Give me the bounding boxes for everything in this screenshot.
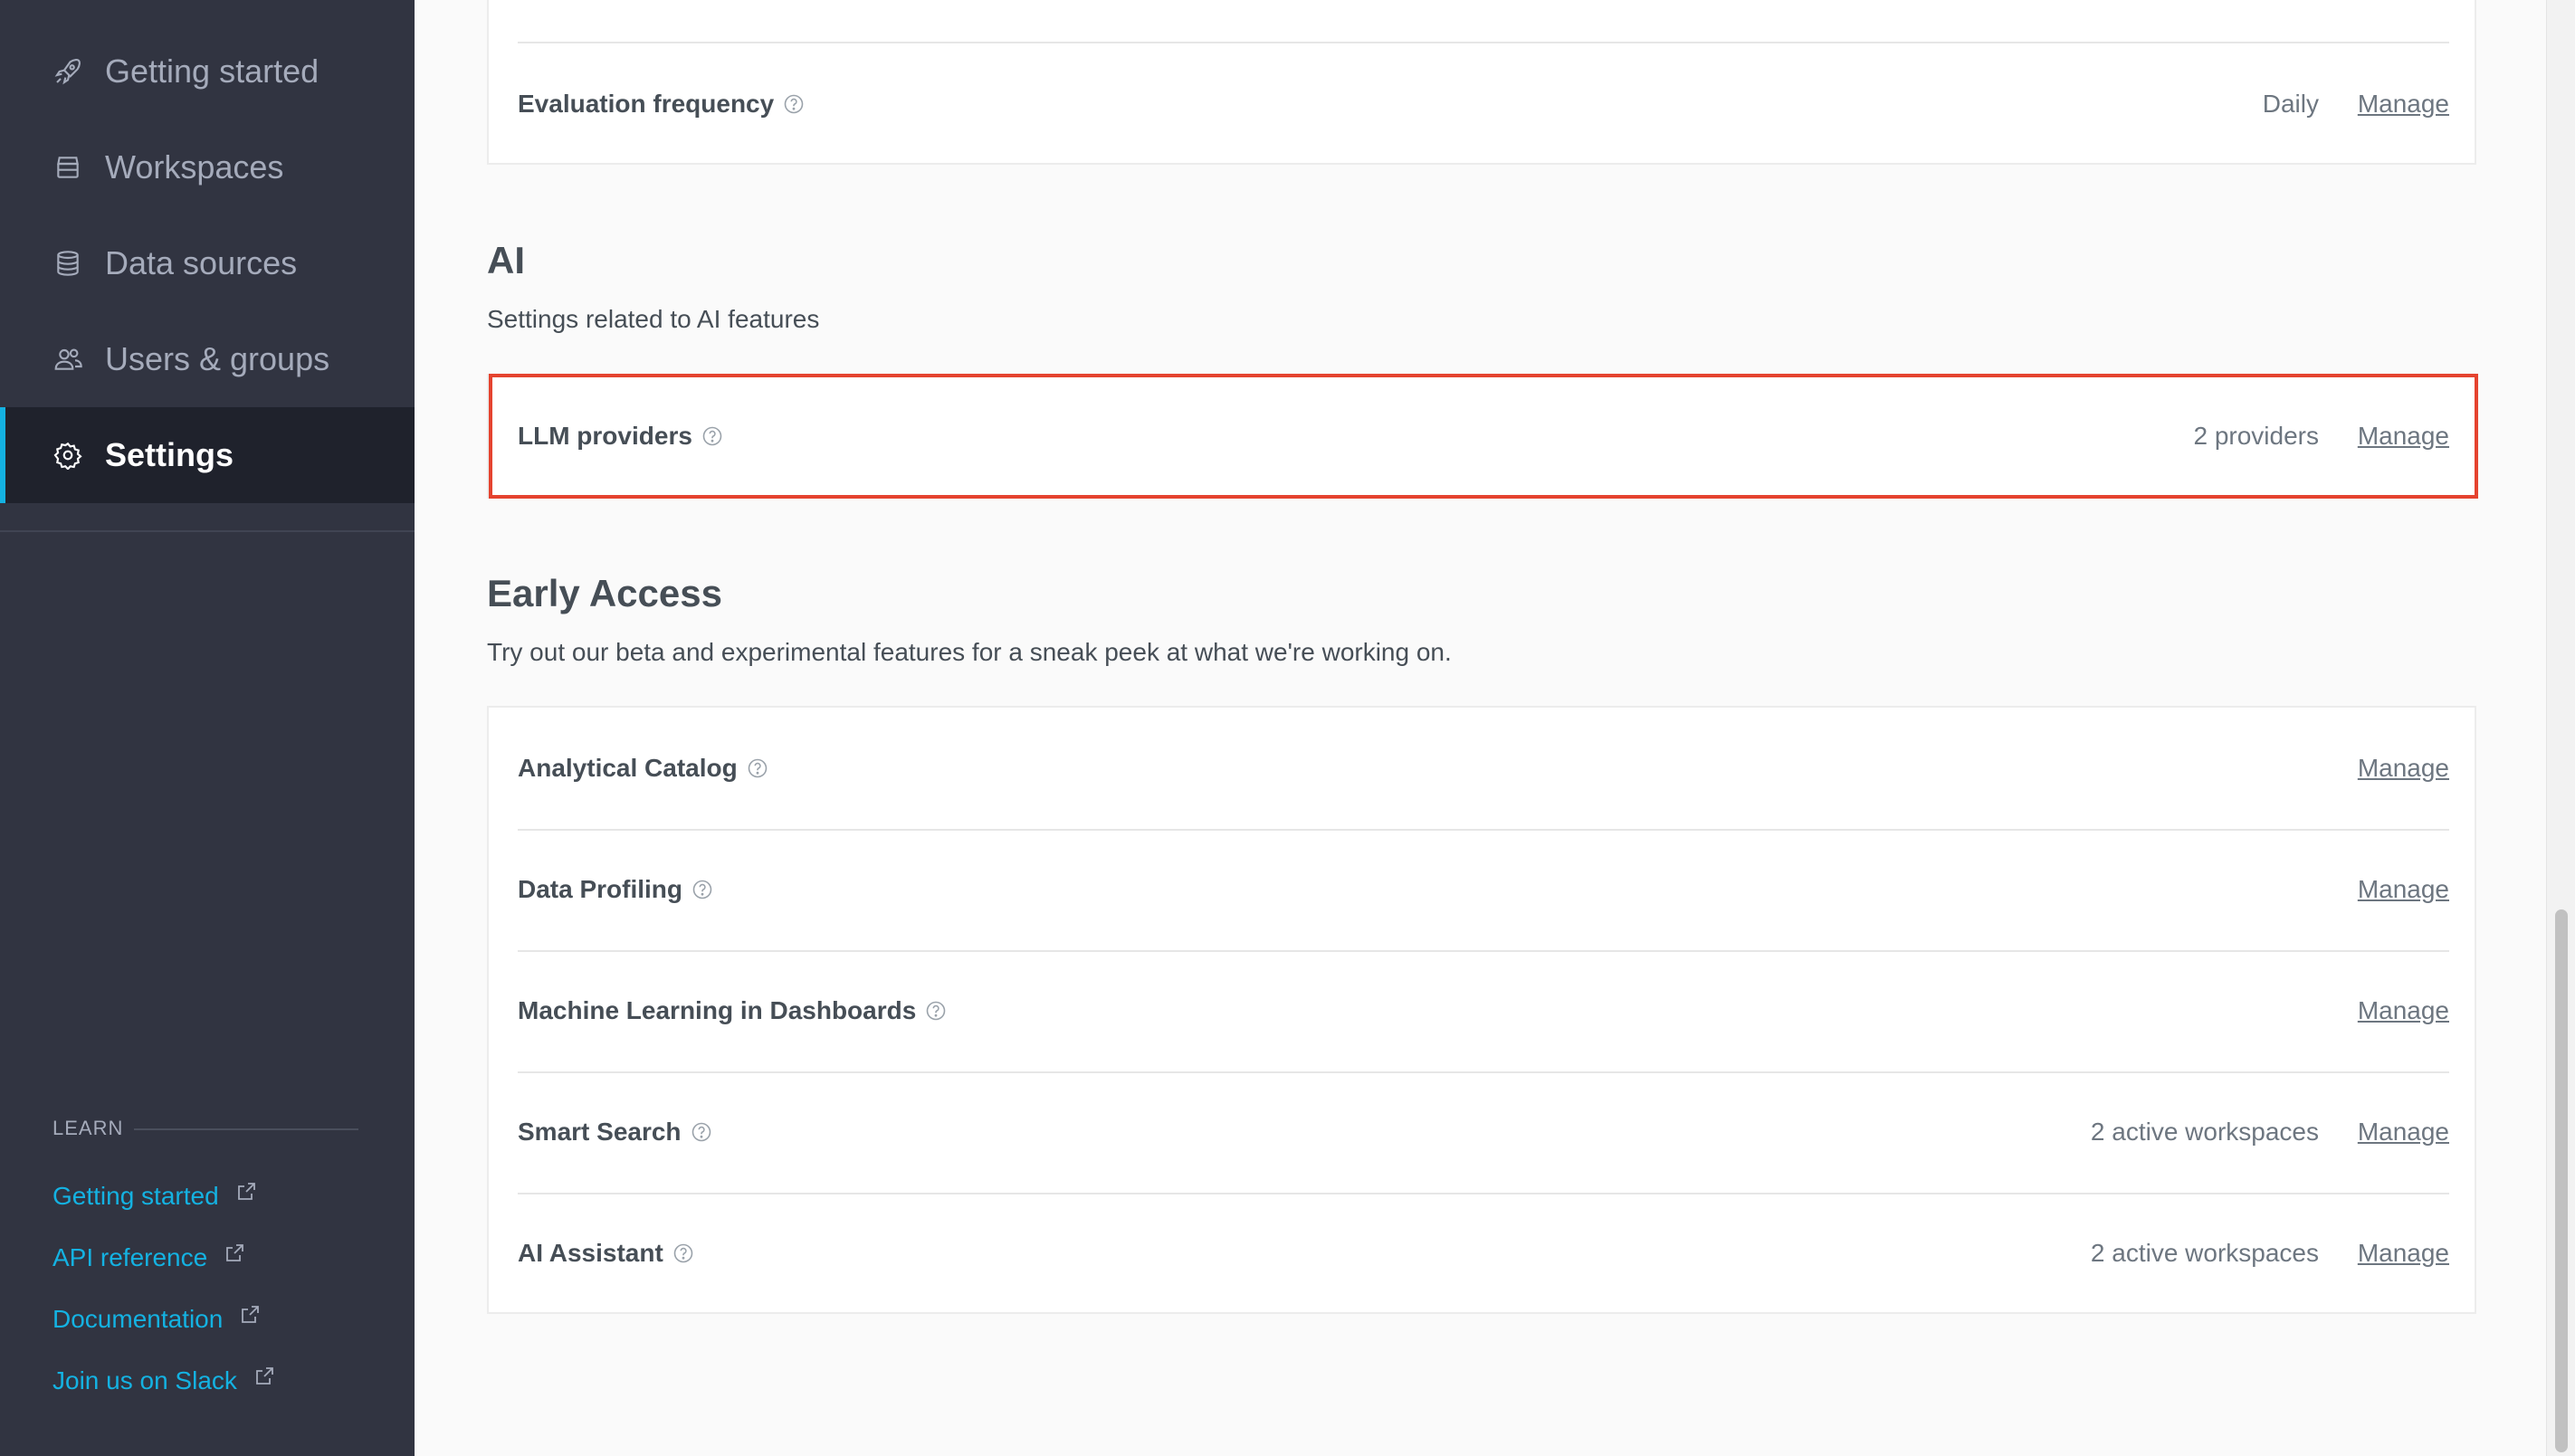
setting-value: 2 providers [2193,422,2319,450]
manage-link[interactable]: Manage [2358,1071,2449,1193]
setting-value: 2 active workspaces [2090,1239,2319,1267]
setting-title: Evaluation frequency [518,43,805,165]
learn-link-documentation[interactable]: Documentation [52,1305,261,1334]
help-icon[interactable] [672,1242,694,1264]
setting-value: Daily [2262,90,2319,118]
setting-title-text: Smart Search [518,1118,682,1146]
learn-link-label: Getting started [52,1182,219,1210]
sidebar-item-label: Users & groups [105,340,330,377]
setting-title-text: LLM providers [518,422,692,450]
learn-link-label: API reference [52,1243,208,1271]
manage-link[interactable]: Manage [2358,829,2449,950]
sidebar-item-data-sources[interactable]: Data sources [0,215,415,311]
help-icon[interactable] [747,757,768,779]
external-link-icon [255,1367,273,1385]
sidebar-item-getting-started[interactable]: Getting started [0,24,415,119]
setting-row-ml-dashboards: Machine Learning in Dashboards Manage [518,950,2449,1071]
gear-icon [53,442,82,470]
learn-link-slack[interactable]: Join us on Slack [52,1366,275,1395]
sidebar-divider [0,530,415,532]
manage-link[interactable]: Manage [2358,376,2449,497]
learn-divider [134,1128,358,1130]
help-icon[interactable] [691,879,713,900]
setting-title-text: Data Profiling [518,875,683,903]
sidebar-item-settings[interactable]: Settings [0,407,415,503]
setting-title: Smart Search [518,1071,712,1193]
manage-link[interactable]: Manage [2358,708,2449,829]
setting-value: 2 active workspaces [2090,1118,2319,1146]
setting-row-llm-providers: LLM providers 2 providers Manage [518,376,2449,497]
sidebar-item-label: Data sources [105,244,298,281]
sidebar-item-label: Getting started [105,52,319,90]
learn-link-label: Documentation [52,1305,224,1333]
settings-card: Evaluation frequency Daily Manage [487,0,2476,165]
setting-row-ai-assistant: AI Assistant 2 active workspaces Manage [518,1193,2449,1314]
early-access-card: Analytical Catalog Manage Data Profiling… [487,706,2476,1314]
external-link-icon [226,1244,244,1261]
setting-title: Machine Learning in Dashboards [518,950,947,1071]
section-title-ai: AI [487,239,525,281]
setting-row-data-profiling: Data Profiling Manage [518,829,2449,950]
ai-settings-card: LLM providers 2 providers Manage [487,374,2476,499]
rocket-icon [54,59,81,85]
scrollbar-thumb[interactable] [2555,909,2568,1452]
setting-row-smart-search: Smart Search 2 active workspaces Manage [518,1071,2449,1193]
learn-link-getting-started[interactable]: Getting started [52,1182,257,1211]
setting-row-evaluation-frequency: Evaluation frequency Daily Manage [518,43,2449,165]
external-link-icon [237,1183,255,1200]
help-icon[interactable] [783,93,805,115]
main-content: Evaluation frequency Daily Manage AI Set… [415,0,2546,1456]
sidebar-item-label: Settings [105,436,234,473]
sidebar-item-workspaces[interactable]: Workspaces [0,119,415,215]
section-description-early-access: Try out our beta and experimental featur… [487,638,1452,666]
setting-title-text: Evaluation frequency [518,90,775,118]
sidebar-item-label: Workspaces [105,148,284,186]
users-icon [54,348,82,370]
setting-title: AI Assistant [518,1193,694,1314]
setting-title: LLM providers [518,376,723,497]
manage-link[interactable]: Manage [2358,43,2449,165]
learn-link-api-reference[interactable]: API reference [52,1243,245,1272]
sidebar: Getting started Workspaces Data sources [0,0,415,1456]
section-title-early-access: Early Access [487,572,722,614]
setting-title-text: Analytical Catalog [518,754,738,782]
setting-title: Analytical Catalog [518,708,768,829]
learn-link-label: Join us on Slack [52,1366,237,1394]
external-link-icon [242,1306,260,1323]
manage-link[interactable]: Manage [2358,950,2449,1071]
help-icon[interactable] [925,1000,947,1022]
help-icon[interactable] [691,1121,712,1143]
setting-title-text: AI Assistant [518,1239,663,1267]
setting-title-text: Machine Learning in Dashboards [518,996,917,1024]
manage-link[interactable]: Manage [2358,1193,2449,1314]
database-icon [57,251,79,276]
sidebar-item-users-groups[interactable]: Users & groups [0,311,415,407]
section-description-ai: Settings related to AI features [487,305,820,333]
setting-row-analytical-catalog: Analytical Catalog Manage [518,708,2449,829]
workspace-icon [57,157,79,178]
help-icon[interactable] [701,425,723,447]
learn-heading: LEARN [52,1117,124,1139]
setting-title: Data Profiling [518,829,713,950]
